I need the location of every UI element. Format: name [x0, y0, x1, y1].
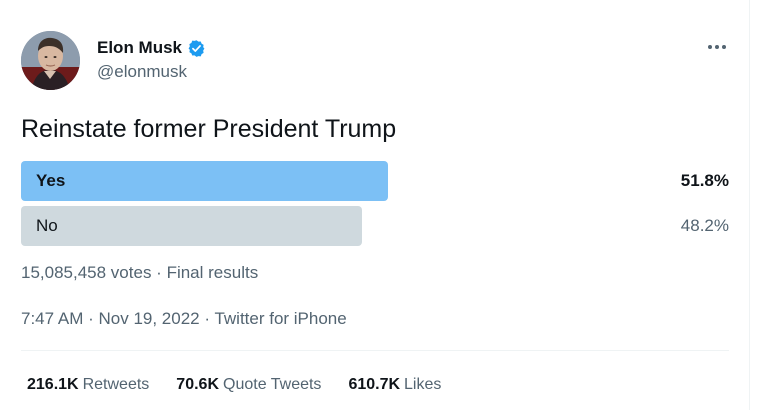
tweet-source[interactable]: Twitter for iPhone — [214, 309, 346, 328]
retweets-label: Retweets — [82, 376, 150, 393]
poll-bar-yes — [21, 161, 388, 201]
poll-vote-count: 15,085,458 votes — [21, 263, 152, 282]
more-dot — [715, 45, 719, 49]
tweet-detail: Elon Musk @elonmusk Reinstate former Pre… — [0, 0, 758, 410]
poll-option-percent: 48.2% — [680, 216, 729, 235]
more-options-icon[interactable] — [703, 37, 731, 57]
poll-status: Final results — [166, 263, 259, 282]
poll-option-label: No — [36, 216, 58, 235]
quote-tweets-stat[interactable]: 70.6K Quote Tweets — [176, 376, 321, 394]
likes-label: Likes — [404, 376, 442, 393]
poll-bar-no — [21, 206, 362, 246]
engagement-stats: 216.1K Retweets 70.6K Quote Tweets 610.7K L… — [27, 376, 468, 394]
poll-option-yes: Yes 51.8% — [21, 161, 729, 201]
column-border — [749, 0, 750, 410]
avatar[interactable] — [21, 31, 80, 90]
divider — [21, 350, 729, 351]
author-handle[interactable]: @elonmusk — [97, 62, 206, 82]
more-dot — [708, 45, 712, 49]
retweets-count: 216.1K — [27, 376, 79, 393]
more-dot — [722, 45, 726, 49]
quote-tweets-count: 70.6K — [176, 376, 219, 393]
timestamp-separator: · — [83, 309, 99, 328]
poll-meta-separator: · — [151, 263, 167, 282]
avatar-image — [21, 31, 80, 90]
retweets-stat[interactable]: 216.1K Retweets — [27, 376, 149, 394]
timestamp-separator: · — [199, 309, 215, 328]
tweet-text: Reinstate former President Trump — [21, 115, 397, 143]
likes-stat[interactable]: 610.7K Likes — [348, 376, 441, 394]
tweet-timestamp-row: 7:47 AM · Nov 19, 2022 · Twitter for iPh… — [21, 309, 347, 329]
poll-option-percent: 51.8% — [680, 171, 729, 190]
likes-count: 610.7K — [348, 376, 401, 393]
author-name-row: Elon Musk — [97, 37, 206, 59]
quote-tweets-label: Quote Tweets — [223, 376, 322, 393]
verified-badge-icon — [187, 39, 206, 58]
poll-meta: 15,085,458 votes · Final results — [21, 263, 258, 283]
tweet-date[interactable]: Nov 19, 2022 — [98, 309, 199, 328]
author-name[interactable]: Elon Musk — [97, 38, 182, 58]
poll-option-label: Yes — [36, 171, 66, 190]
tweet-time[interactable]: 7:47 AM — [21, 309, 83, 328]
poll-option-no: No 48.2% — [21, 206, 729, 246]
author-block: Elon Musk @elonmusk — [97, 37, 206, 82]
